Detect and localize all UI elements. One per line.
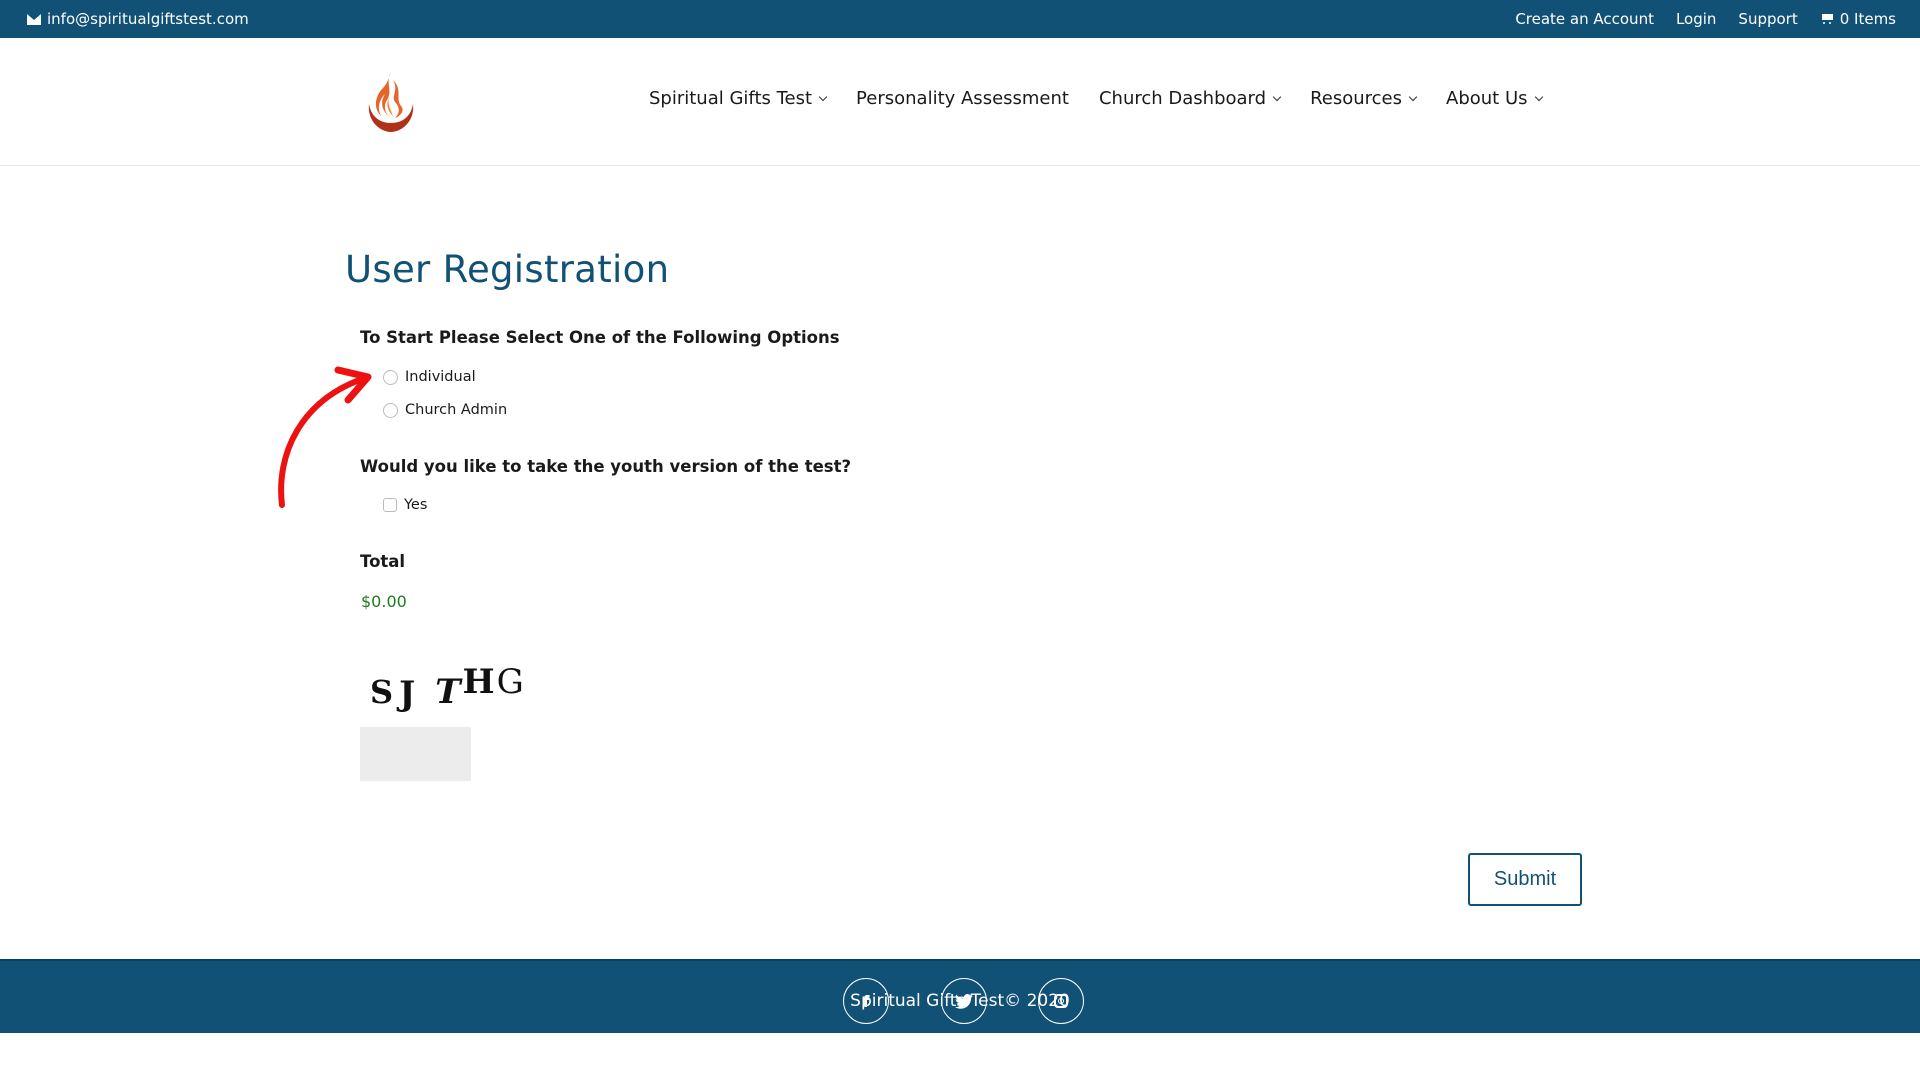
option-youth-yes[interactable]: Yes <box>383 497 427 513</box>
nav-label: Church Dashboard <box>1098 88 1267 109</box>
envelope-icon <box>27 13 41 25</box>
captcha-char: J <box>399 674 418 714</box>
page-title: User Registration <box>345 248 670 291</box>
nav-spiritual-gifts-test[interactable]: Spiritual Gifts Test <box>649 88 828 109</box>
chevron-down-icon <box>818 92 828 102</box>
nav-church-dashboard[interactable]: Church Dashboard <box>1098 88 1282 109</box>
captcha-char: G <box>496 662 526 702</box>
captcha-char: H <box>462 662 497 702</box>
radio-church-admin[interactable] <box>383 402 398 418</box>
captcha-image: S J THG <box>370 662 526 714</box>
captcha-char: T <box>435 672 463 712</box>
nav-label: Resources <box>1310 88 1402 109</box>
email-text[interactable]: info@spiritualgiftstest.com <box>47 10 249 28</box>
captcha-input[interactable] <box>360 727 471 781</box>
nav-label: Spiritual Gifts Test <box>649 88 813 109</box>
submit-button[interactable]: Submit <box>1468 853 1582 906</box>
cart-link[interactable]: 0 Items <box>1820 10 1896 28</box>
facebook-icon: f <box>862 991 870 1011</box>
total-label: Total <box>360 552 406 571</box>
nav-resources[interactable]: Resources <box>1310 88 1418 109</box>
chevron-down-icon <box>1534 92 1543 102</box>
twitter-button[interactable] <box>941 978 987 1024</box>
youth-checkbox[interactable] <box>383 498 397 512</box>
youth-label: Would you like to take the youth version… <box>360 457 852 476</box>
site-header: Spiritual Gifts Test Personality Assessm… <box>0 38 1920 166</box>
option-label: Yes <box>404 497 428 513</box>
cart-count: 0 Items <box>1839 10 1896 28</box>
instagram-button[interactable] <box>1038 978 1084 1024</box>
main-nav: Spiritual Gifts Test Personality Assessm… <box>649 88 1543 109</box>
annotation-arrow-icon <box>278 366 372 508</box>
nav-label: Personality Assessment <box>856 88 1069 109</box>
nav-personality-assessment[interactable]: Personality Assessment <box>856 88 1069 109</box>
instagram-icon <box>1054 994 1068 1008</box>
chevron-down-icon <box>1272 92 1282 102</box>
create-account-link[interactable]: Create an Account <box>1515 10 1654 28</box>
flame-logo[interactable] <box>363 66 419 136</box>
option-label: Individual <box>405 369 476 385</box>
facebook-button[interactable]: f <box>843 978 889 1024</box>
twitter-icon <box>955 993 973 1009</box>
top-bar: info@spiritualgiftstest.com Create an Ac… <box>0 0 1920 38</box>
captcha-char: S <box>370 673 396 711</box>
options-label: To Start Please Select One of the Follow… <box>360 328 840 347</box>
login-link[interactable]: Login <box>1676 10 1716 28</box>
option-label: Church Admin <box>405 402 508 418</box>
radio-individual[interactable] <box>383 369 398 385</box>
support-link[interactable]: Support <box>1738 10 1797 28</box>
site-footer: Spiritual Gifts Test© 2020 f <box>0 959 1920 1033</box>
total-value: $0.00 <box>361 592 407 611</box>
nav-about-us[interactable]: About Us <box>1446 88 1543 109</box>
contact-email[interactable]: info@spiritualgiftstest.com <box>27 10 249 28</box>
option-individual[interactable]: Individual <box>383 369 476 385</box>
option-church-admin[interactable]: Church Admin <box>383 402 507 418</box>
cart-icon <box>1820 13 1834 25</box>
top-links: Create an Account Login Support 0 Items <box>1515 10 1896 28</box>
nav-label: About Us <box>1446 88 1528 109</box>
chevron-down-icon <box>1408 92 1418 102</box>
